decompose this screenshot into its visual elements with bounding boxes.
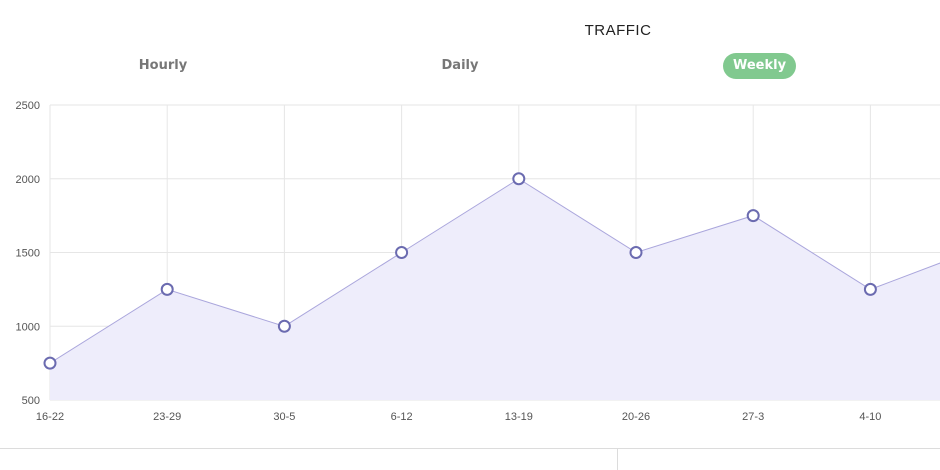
- bottom-column-divider: [617, 449, 618, 470]
- x-tick-label: 20-26: [622, 411, 650, 423]
- chart-title: TRAFFIC: [584, 22, 652, 39]
- tab-hourly[interactable]: Hourly: [123, 53, 203, 79]
- data-point: [277, 319, 291, 333]
- y-tick-label: 2000: [16, 174, 40, 186]
- tab-daily[interactable]: Daily: [420, 53, 500, 79]
- data-point: [863, 282, 877, 296]
- x-tick-label: 4-10: [859, 411, 881, 423]
- y-tick-label: 1000: [16, 321, 40, 333]
- x-tick-label: 23-29: [153, 411, 181, 423]
- tab-weekly[interactable]: Weekly: [723, 53, 796, 79]
- traffic-chart: 500 1000 1500 2000 2500 16-22 23-29 30-5 6-12 13-…: [16, 100, 940, 423]
- y-tick-label: 1500: [16, 248, 40, 260]
- x-tick-label: 16-22: [36, 411, 64, 423]
- series-area: [50, 178, 940, 400]
- y-tick-label: 2500: [16, 100, 40, 112]
- x-tick-label: 30-5: [273, 411, 295, 423]
- data-point: [512, 172, 526, 186]
- x-tick-label: 6-12: [391, 411, 413, 423]
- data-point: [746, 209, 760, 223]
- data-point: [160, 282, 174, 296]
- data-point: [629, 246, 643, 259]
- x-tick-label: 27-3: [742, 411, 764, 423]
- y-tick-label: 500: [22, 395, 40, 407]
- data-point: [395, 246, 409, 259]
- x-tick-label: 13-19: [505, 411, 533, 423]
- bottom-separator: [0, 448, 940, 449]
- data-point: [43, 356, 57, 370]
